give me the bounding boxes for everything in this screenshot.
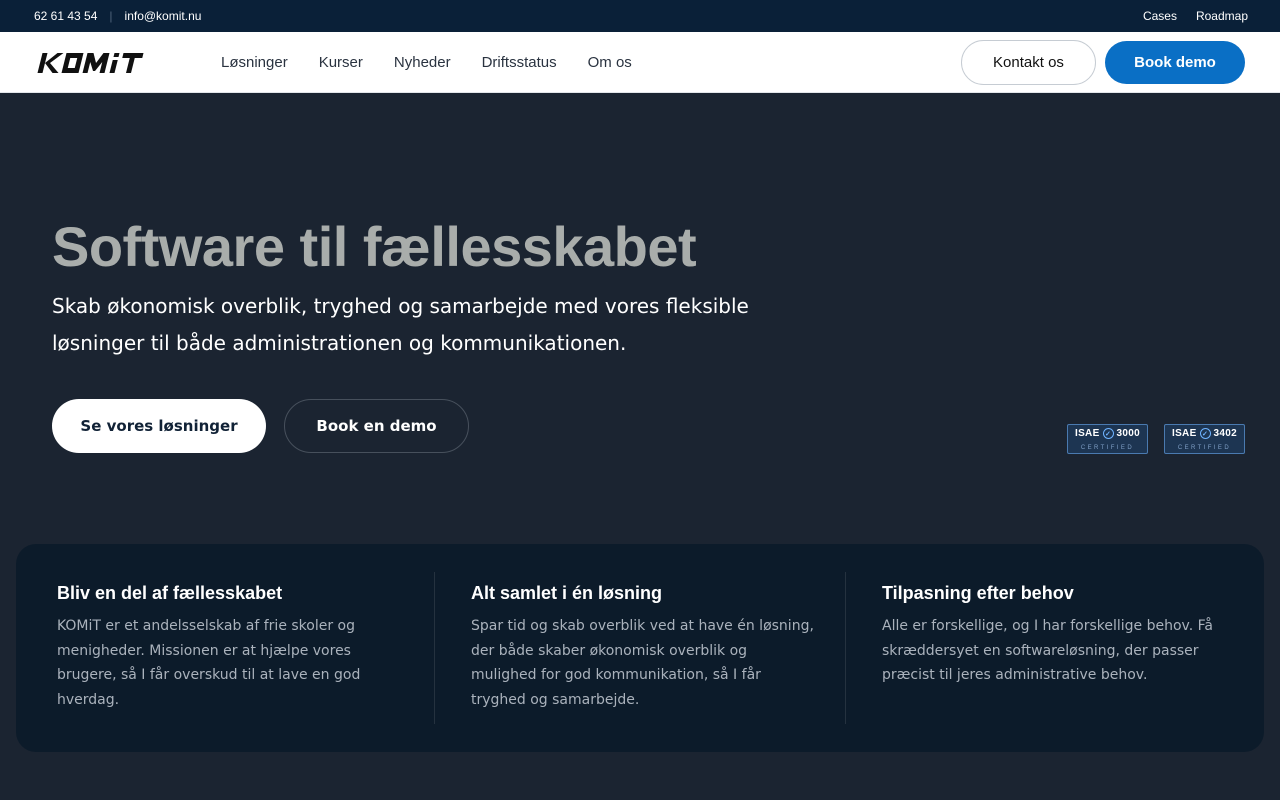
feature-community: Bliv en del af fællesskabet KOMiT er et … [57, 572, 377, 712]
feature-title: Tilpasning efter behov [882, 583, 1074, 603]
main-navigation: Løsninger Kurser Nyheder Driftsstatus Om… [0, 32, 1280, 93]
nav-item-operation-status[interactable]: Driftsstatus [482, 54, 557, 71]
nav-menu: Løsninger Kurser Nyheder Driftsstatus Om… [221, 32, 663, 92]
nav-item-news[interactable]: Nyheder [394, 54, 451, 71]
feature-divider [434, 572, 435, 724]
check-icon: ✓ [1102, 428, 1114, 439]
features-panel: Bliv en del af fællesskabet KOMiT er et … [16, 544, 1264, 752]
feature-text: Spar tid og skab overblik ved at have én… [471, 618, 814, 708]
book-demo-button[interactable]: Book demo [1105, 41, 1245, 84]
nav-item-solutions[interactable]: Løsninger [221, 54, 288, 71]
check-icon: ✓ [1199, 428, 1211, 439]
feature-divider [845, 572, 846, 724]
badge-number: 3000 [1116, 428, 1140, 439]
top-bar: 62 61 43 54 | info@komit.nu Cases Roadma… [0, 0, 1280, 32]
top-links: Cases Roadmap [1124, 9, 1248, 23]
komit-logo[interactable] [34, 51, 154, 75]
cases-link[interactable]: Cases [1143, 9, 1177, 23]
badge-number: 3402 [1213, 428, 1237, 439]
separator: | [109, 9, 113, 23]
feature-title: Alt samlet i én løsning [471, 583, 663, 603]
roadmap-link[interactable]: Roadmap [1196, 9, 1248, 23]
isae-3000-badge: ISAE ✓ 3000 CERTIFIED [1067, 424, 1148, 454]
contact-info: 62 61 43 54 | info@komit.nu [34, 9, 201, 23]
phone-link[interactable]: 62 61 43 54 [34, 9, 97, 23]
see-solutions-button[interactable]: Se vores løsninger [52, 399, 266, 453]
feature-text: KOMiT er et andelsselskab af frie skoler… [57, 618, 361, 708]
nav-item-about[interactable]: Om os [588, 54, 632, 71]
book-a-demo-button[interactable]: Book en demo [284, 399, 469, 453]
feature-text: Alle er forskellige, og I har forskellig… [882, 618, 1213, 683]
feature-title: Bliv en del af fællesskabet [57, 583, 283, 603]
badge-label: ISAE [1172, 428, 1197, 439]
hero-title: Software til fællesskabet [52, 215, 697, 278]
badge-caption: CERTIFIED [1080, 445, 1135, 451]
feature-customization: Tilpasning efter behov Alle er forskelli… [882, 572, 1227, 688]
hero-subtitle: Skab økonomisk overblik, tryghed og sama… [52, 294, 749, 355]
feature-all-in-one: Alt samlet i én løsning Spar tid og skab… [471, 572, 816, 712]
nav-item-courses[interactable]: Kurser [319, 54, 363, 71]
badge-label: ISAE [1075, 428, 1100, 439]
badge-caption: CERTIFIED [1177, 445, 1232, 451]
contact-button[interactable]: Kontakt os [961, 40, 1096, 85]
isae-3402-badge: ISAE ✓ 3402 CERTIFIED [1164, 424, 1245, 454]
komit-logo-icon [37, 53, 144, 73]
email-link[interactable]: info@komit.nu [125, 9, 202, 23]
